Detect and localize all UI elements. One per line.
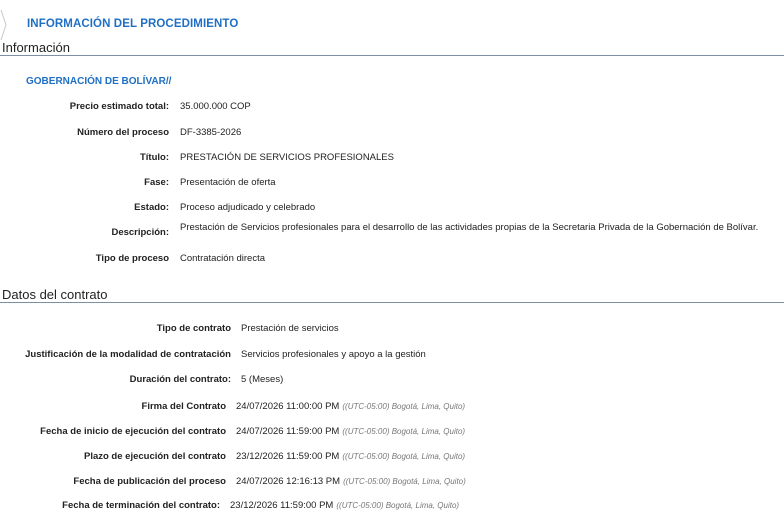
field-value: 24/07/2026 12:16:13 PM ((UTC-05:00) Bogot…: [236, 476, 466, 487]
field-value: Proceso adjudicado y celebrado: [180, 202, 316, 213]
date-value: 24/07/2026 11:00:00 PM: [236, 401, 340, 412]
field-value: Prestación de Servicios profesionales pa…: [180, 222, 759, 233]
field-label: Plazo de ejecución del contrato: [83, 451, 226, 462]
field-value: PRESTACIÓN DE SERVICIOS PROFESIONALES: [180, 152, 394, 163]
field-value: 24/07/2026 11:59:00 PM ((UTC-05:00) Bogot…: [236, 426, 465, 437]
field-label: Firma del Contrato: [141, 401, 226, 412]
field-label: Justificación de la modalidad de contrat…: [25, 349, 231, 360]
field-value: 5 (Meses): [241, 374, 284, 385]
timezone-note: ((UTC-05:00) Bogotá, Lima, Quito): [342, 427, 466, 436]
field-label: Número del proceso: [77, 127, 169, 138]
section-title-datos-contrato: Datos del contrato: [2, 287, 108, 302]
field-value: 24/07/2026 11:00:00 PM ((UTC-05:00) Bogot…: [236, 401, 465, 412]
field-value: 23/12/2026 11:59:00 PM ((UTC-05:00) Bogot…: [236, 451, 465, 462]
field-value: 23/12/2026 11:59:00 PM ((UTC-05:00) Bogot…: [230, 500, 459, 511]
date-value: 24/07/2026 11:59:00 PM: [236, 426, 340, 437]
field-label: Fase:: [144, 177, 169, 188]
breadcrumb-arrow-icon: [0, 10, 7, 40]
field-value: DF-3385-2026: [180, 127, 242, 138]
field-value: 35.000.000 COP: [180, 101, 251, 112]
date-value: 23/12/2026 11:59:00 PM: [230, 500, 334, 511]
field-value: Prestación de servicios: [241, 323, 339, 334]
timezone-note: ((UTC-05:00) Bogotá, Lima, Quito): [342, 402, 466, 411]
entity-name[interactable]: GOBERNACIÓN DE BOLÍVAR//: [26, 76, 171, 87]
field-label: Título:: [139, 152, 169, 163]
field-label: Fecha de terminación del contrato:: [62, 500, 220, 511]
section-divider: [0, 55, 784, 56]
field-value: Servicios profesionales y apoyo a la ges…: [241, 349, 426, 360]
field-label: Tipo de contrato: [156, 323, 231, 334]
field-label: Duración del contrato:: [129, 374, 231, 385]
timezone-note: ((UTC-05:00) Bogotá, Lima, Quito): [343, 477, 466, 486]
field-label: Descripción:: [111, 227, 169, 238]
field-label: Tipo de proceso: [95, 253, 169, 264]
timezone-note: ((UTC-05:00) Bogotá, Lima, Quito): [342, 452, 466, 461]
date-value: 24/07/2026 12:16:13 PM: [236, 476, 341, 487]
date-value: 23/12/2026 11:59:00 PM: [236, 451, 340, 462]
breadcrumb[interactable]: INFORMACIÓN DEL PROCEDIMIENTO: [27, 18, 238, 30]
field-label: Fecha de publicación del proceso: [73, 476, 226, 487]
field-label: Estado:: [134, 202, 169, 213]
field-value: Presentación de oferta: [180, 177, 276, 188]
section-title-informacion: Información: [2, 40, 70, 55]
timezone-note: ((UTC-05:00) Bogotá, Lima, Quito): [336, 501, 460, 510]
section-divider: [0, 302, 784, 303]
field-label: Precio estimado total:: [69, 101, 169, 112]
field-label: Fecha de inicio de ejecución del contrat…: [40, 426, 226, 437]
field-value: Contratación directa: [180, 253, 266, 264]
